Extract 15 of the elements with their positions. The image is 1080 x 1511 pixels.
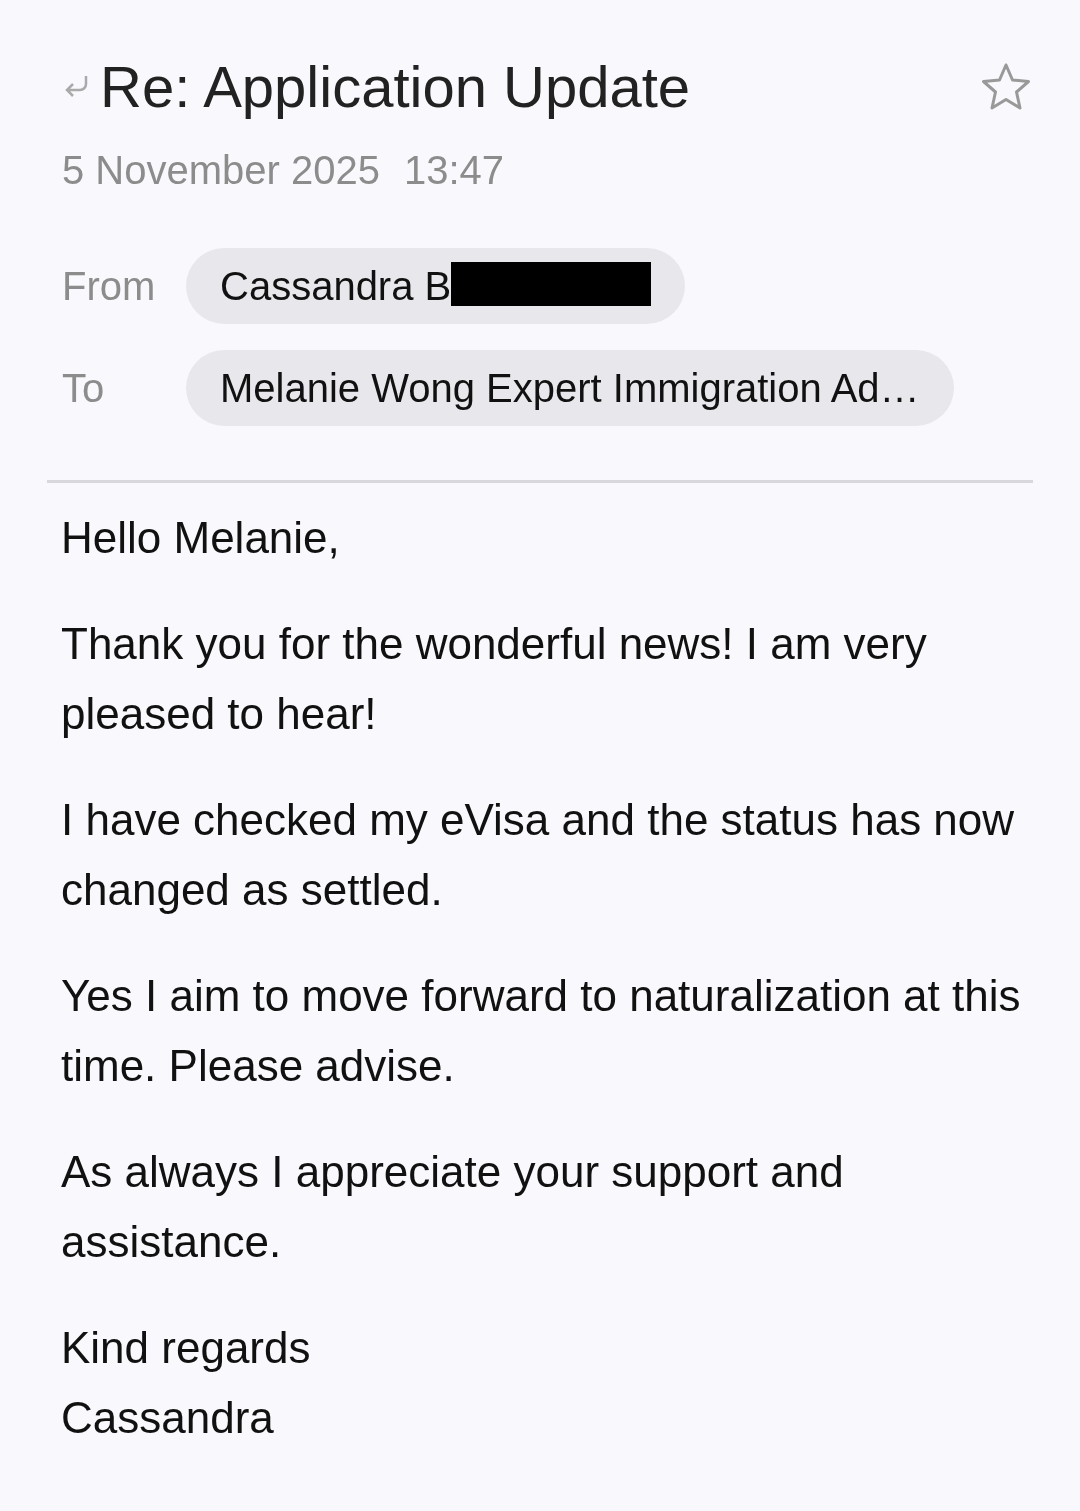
from-label: From — [62, 262, 157, 310]
email-time: 13:47 — [403, 146, 505, 194]
email-date: 5 November 2025 — [62, 146, 380, 194]
email-subject: Re: Application Update — [100, 53, 691, 121]
body-paragraph: Hello Melanie, — [61, 511, 341, 564]
body-paragraph: I have checked my eVisa and the status has now changed as settled. — [61, 793, 1016, 916]
closing-line: Kind regards — [61, 1321, 312, 1374]
recipient-chip[interactable]: Melanie Wong Expert Immigration Ad… — [186, 349, 954, 426]
body-paragraph: Yes I aim to move forward to naturalization at this time. Please advise. — [61, 969, 1022, 1092]
closing-line: Cassandra — [61, 1391, 275, 1444]
star-icon[interactable] — [980, 61, 1032, 112]
body-paragraph: As always I appreciate your support and assistance. — [61, 1145, 845, 1268]
body-paragraph: Thank you for the wonderful news! I am very pleased to hear! — [61, 617, 928, 740]
sender-chip[interactable]: Cassandra B — [186, 247, 686, 324]
to-label: To — [62, 364, 106, 412]
